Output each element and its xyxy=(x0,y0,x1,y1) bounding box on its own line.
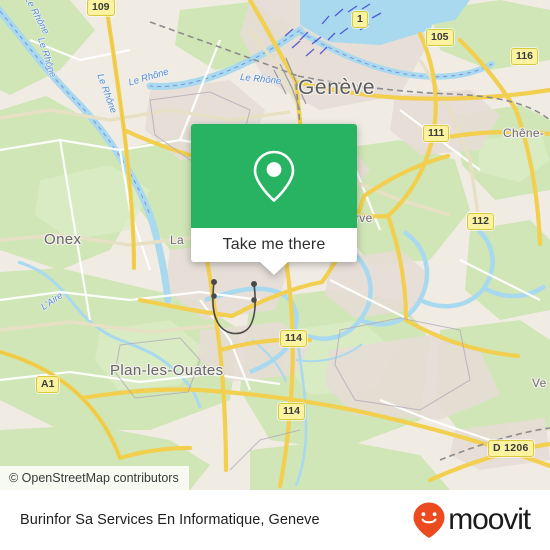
road-shield-105: 105 xyxy=(426,29,454,46)
road-shield-109: 109 xyxy=(87,0,115,16)
take-me-there-label: Take me there xyxy=(222,236,326,253)
road-shield-116: 116 xyxy=(511,48,538,65)
moovit-logo[interactable]: moovit xyxy=(412,501,531,539)
road-shield-112: 112 xyxy=(467,213,494,230)
map-canvas[interactable]: Le Rhône Le Rhône Le Rhône Le Rhône Le R… xyxy=(0,0,550,490)
location-popup-card[interactable]: Take me there xyxy=(191,124,357,275)
map-pin-icon xyxy=(253,150,295,202)
road-shield-a1: A1 xyxy=(36,376,60,393)
popup-action-bar[interactable]: Take me there xyxy=(191,228,357,275)
road-shield-114-lower: 114 xyxy=(278,403,305,420)
attribution-text: © OpenStreetMap contributors xyxy=(9,471,179,485)
road-shield-d1206: D 1206 xyxy=(488,440,534,457)
page-footer: Burinfor Sa Services En Informatique, Ge… xyxy=(0,490,550,550)
popup-tail xyxy=(260,262,288,275)
place-title: Burinfor Sa Services En Informatique, Ge… xyxy=(20,512,320,528)
road-shield-1: 1 xyxy=(352,11,368,28)
moovit-smiley-pin-icon xyxy=(413,502,445,538)
moovit-wordmark: moovit xyxy=(448,503,531,536)
road-shield-114-upper: 114 xyxy=(280,330,307,347)
popup-icon-area xyxy=(191,124,357,228)
moovit-map-page: Le Rhône Le Rhône Le Rhône Le Rhône Le R… xyxy=(0,0,550,550)
map-attribution[interactable]: © OpenStreetMap contributors xyxy=(0,466,189,490)
road-shield-111: 111 xyxy=(423,125,450,142)
